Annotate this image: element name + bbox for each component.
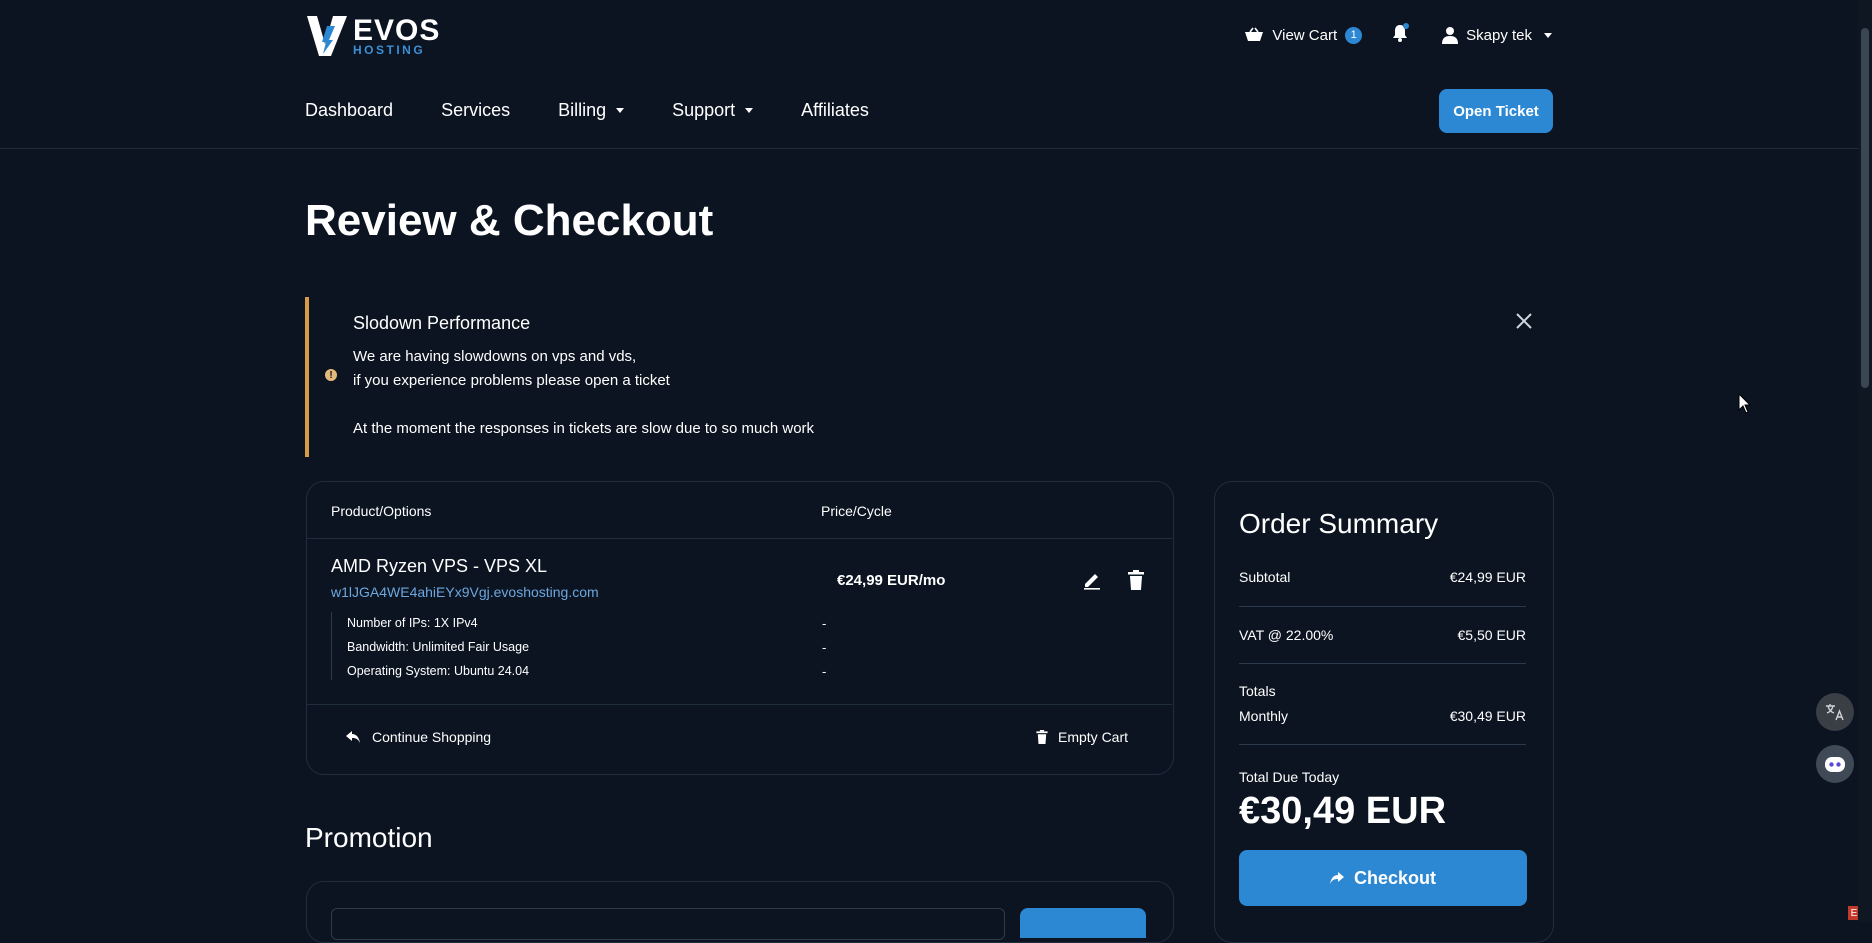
assistant-widget-button[interactable] [1816,745,1854,783]
basket-icon [1245,27,1264,41]
notifications-button[interactable] [1392,23,1410,46]
promotion-heading: Promotion [305,822,433,853]
alert-title: Slodown Performance [353,313,531,333]
validate-promo-button[interactable] [1020,908,1146,938]
column-header-price: Price/Cycle [821,503,892,519]
product-option: Operating System: Ubuntu 24.04 [347,664,530,678]
header-divider [0,148,1858,149]
translate-icon [1826,704,1844,721]
nav-services[interactable]: Services [441,100,510,121]
continue-shopping-button[interactable]: Continue Shopping [346,729,491,745]
user-menu[interactable]: Skapy tek [1442,26,1552,44]
empty-cart-button[interactable]: Empty Cart [1036,729,1128,745]
subtotal-value: €24,99 EUR [1449,569,1526,585]
topbar-actions: View Cart 1 Skapy tek [1244,23,1552,46]
nav-billing[interactable]: Billing [558,100,625,121]
nav-affiliates[interactable]: Affiliates [801,100,869,121]
edit-item-button[interactable] [1082,570,1102,595]
logo-mark-icon [307,16,347,56]
total-due-label: Total Due Today [1239,769,1340,785]
subtotal-row: Subtotal €24,99 EUR [1239,569,1526,585]
scrollbar-thumb[interactable] [1861,28,1869,388]
remove-item-button[interactable] [1128,570,1144,595]
summary-divider [1239,663,1526,664]
alert-text-line: We are having slowdowns on vps and vds, [353,348,637,365]
totals-label: Totals [1239,683,1276,699]
reply-arrow-icon [346,731,360,743]
total-due-amount: €30,49 EUR [1239,790,1447,832]
subtotal-label: Subtotal [1239,569,1291,585]
close-icon [1516,313,1532,329]
user-name: Skapy tek [1466,26,1532,44]
column-header-product: Product/Options [331,503,432,519]
user-icon [1442,27,1459,44]
summary-divider [1239,744,1526,745]
promo-code-input[interactable] [331,908,1005,940]
nav-dashboard[interactable]: Dashboard [305,100,393,121]
brand-logo[interactable]: EVOS HOSTING [305,14,440,58]
mouse-cursor-icon [1738,393,1752,414]
monthly-value: €30,49 EUR [1449,708,1526,724]
open-ticket-button[interactable]: Open Ticket [1439,89,1553,133]
product-price: €24,99 EUR/mo [837,572,946,589]
summary-divider [1239,606,1526,607]
share-arrow-icon [1329,872,1344,884]
product-option-price: - [822,640,827,655]
chevron-down-icon [616,108,625,113]
checkout-button[interactable]: Checkout [1239,850,1527,906]
notification-dot [1403,23,1410,29]
page-title: Review & Checkout [305,196,714,245]
bot-icon [1825,757,1845,772]
exclamation-icon: ! [325,369,337,381]
vat-label: VAT @ 22.00% [1239,627,1334,643]
trash-icon [1128,570,1144,590]
vat-row: VAT @ 22.00% €5,50 EUR [1239,627,1526,643]
order-summary-title: Order Summary [1239,508,1439,539]
product-name: AMD Ryzen VPS - VPS XL [331,556,548,576]
view-cart-label: View Cart [1272,26,1338,44]
alert-text-line: At the moment the responses in tickets a… [353,420,815,437]
logo-wordmark: EVOS HOSTING [353,16,440,57]
product-option-price: - [822,616,827,631]
translate-widget-button[interactable] [1816,693,1854,731]
nav-support[interactable]: Support [672,100,754,121]
view-cart-link[interactable]: View Cart 1 [1244,26,1363,44]
table-divider [307,538,1172,539]
main-nav: Dashboard Services Billing Support Affil… [305,100,869,121]
pencil-icon [1084,574,1100,590]
table-divider [307,704,1172,705]
alert-text-line: if you experience problems please open a… [353,372,670,389]
chevron-down-icon [1544,32,1552,38]
options-border [331,612,332,680]
product-option-price: - [822,664,827,679]
trash-icon [1036,730,1048,744]
product-option: Bandwidth: Unlimited Fair Usage [347,640,530,654]
monthly-label: Monthly [1239,708,1289,724]
product-hostname: w1lJGA4WE4ahiEYx9Vgj.evoshosting.com [331,584,599,600]
vat-value: €5,50 EUR [1457,627,1526,643]
cart-count-badge: 1 [1345,26,1363,44]
monthly-row: Monthly €30,49 EUR [1239,708,1526,724]
close-alert-button[interactable] [1515,309,1533,337]
chevron-down-icon [745,108,754,113]
product-option: Number of IPs: 1X IPv4 [347,616,478,630]
